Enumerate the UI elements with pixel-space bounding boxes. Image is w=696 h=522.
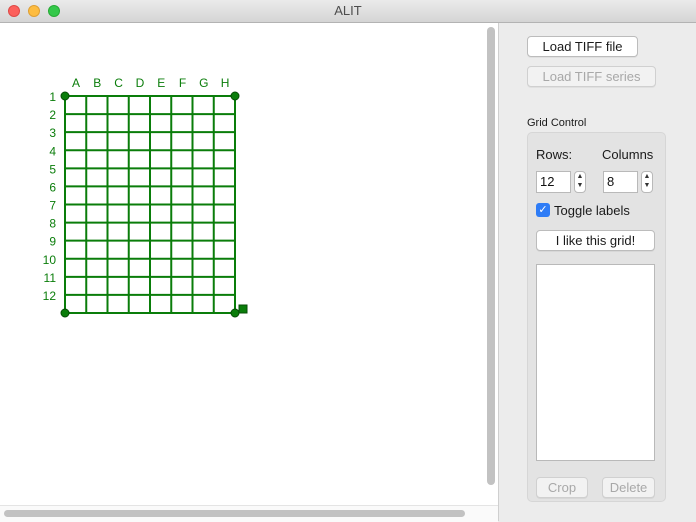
- delete-button[interactable]: Delete: [602, 477, 655, 498]
- column-label: E: [157, 76, 165, 90]
- row-label: 5: [49, 162, 56, 176]
- columns-stepper[interactable]: ▲ ▼: [641, 171, 653, 193]
- row-label: 12: [43, 289, 57, 303]
- row-label: 11: [44, 271, 57, 285]
- row-label: 10: [43, 253, 57, 267]
- columns-label: Columns: [602, 147, 654, 162]
- toggle-labels-checkbox[interactable]: ✓: [536, 203, 550, 217]
- grid-list[interactable]: [536, 264, 655, 461]
- grid-control-label: Grid Control: [527, 117, 587, 129]
- column-label: F: [179, 76, 186, 90]
- column-label: A: [72, 76, 80, 90]
- load-tiff-file-button[interactable]: Load TIFF file: [527, 36, 638, 57]
- horizontal-scrollbar[interactable]: [4, 510, 465, 517]
- grid-overlay[interactable]: ABCDEFGH 123456789101112: [0, 23, 498, 505]
- row-label: 7: [49, 199, 56, 213]
- window-title: ALIT: [334, 3, 362, 18]
- crop-button[interactable]: Crop: [536, 477, 588, 498]
- rows-label: Rows:: [536, 147, 573, 162]
- checkmark-icon: ✓: [538, 204, 548, 216]
- corner-handle[interactable]: [230, 91, 240, 101]
- load-tiff-series-button[interactable]: Load TIFF series: [527, 66, 656, 87]
- corner-handle[interactable]: [60, 308, 70, 318]
- vertical-scrollbar[interactable]: [487, 27, 495, 485]
- columns-field[interactable]: 8: [603, 171, 638, 193]
- column-label: D: [136, 76, 145, 90]
- column-label: H: [221, 76, 230, 90]
- row-label: 3: [49, 126, 56, 140]
- column-label: G: [199, 76, 208, 90]
- rows-stepper[interactable]: ▲ ▼: [574, 171, 586, 193]
- column-label: C: [114, 76, 123, 90]
- column-labels: ABCDEFGH: [72, 76, 229, 90]
- corner-handle[interactable]: [60, 91, 70, 101]
- grid-lines: [64, 95, 236, 314]
- like-grid-button[interactable]: I like this grid!: [536, 230, 655, 251]
- rows-field[interactable]: 12: [536, 171, 571, 193]
- row-label: 9: [49, 235, 56, 249]
- row-label: 4: [49, 144, 56, 158]
- row-label: 1: [49, 90, 56, 104]
- corner-handle[interactable]: [230, 308, 240, 318]
- row-labels: 123456789101112: [43, 90, 57, 303]
- toggle-labels-label[interactable]: Toggle labels: [554, 203, 630, 218]
- row-label: 2: [49, 108, 56, 122]
- resize-handle[interactable]: [238, 304, 248, 314]
- row-label: 8: [49, 217, 56, 231]
- column-label: B: [93, 76, 101, 90]
- row-label: 6: [49, 180, 56, 194]
- title-bar: ALIT: [0, 0, 696, 23]
